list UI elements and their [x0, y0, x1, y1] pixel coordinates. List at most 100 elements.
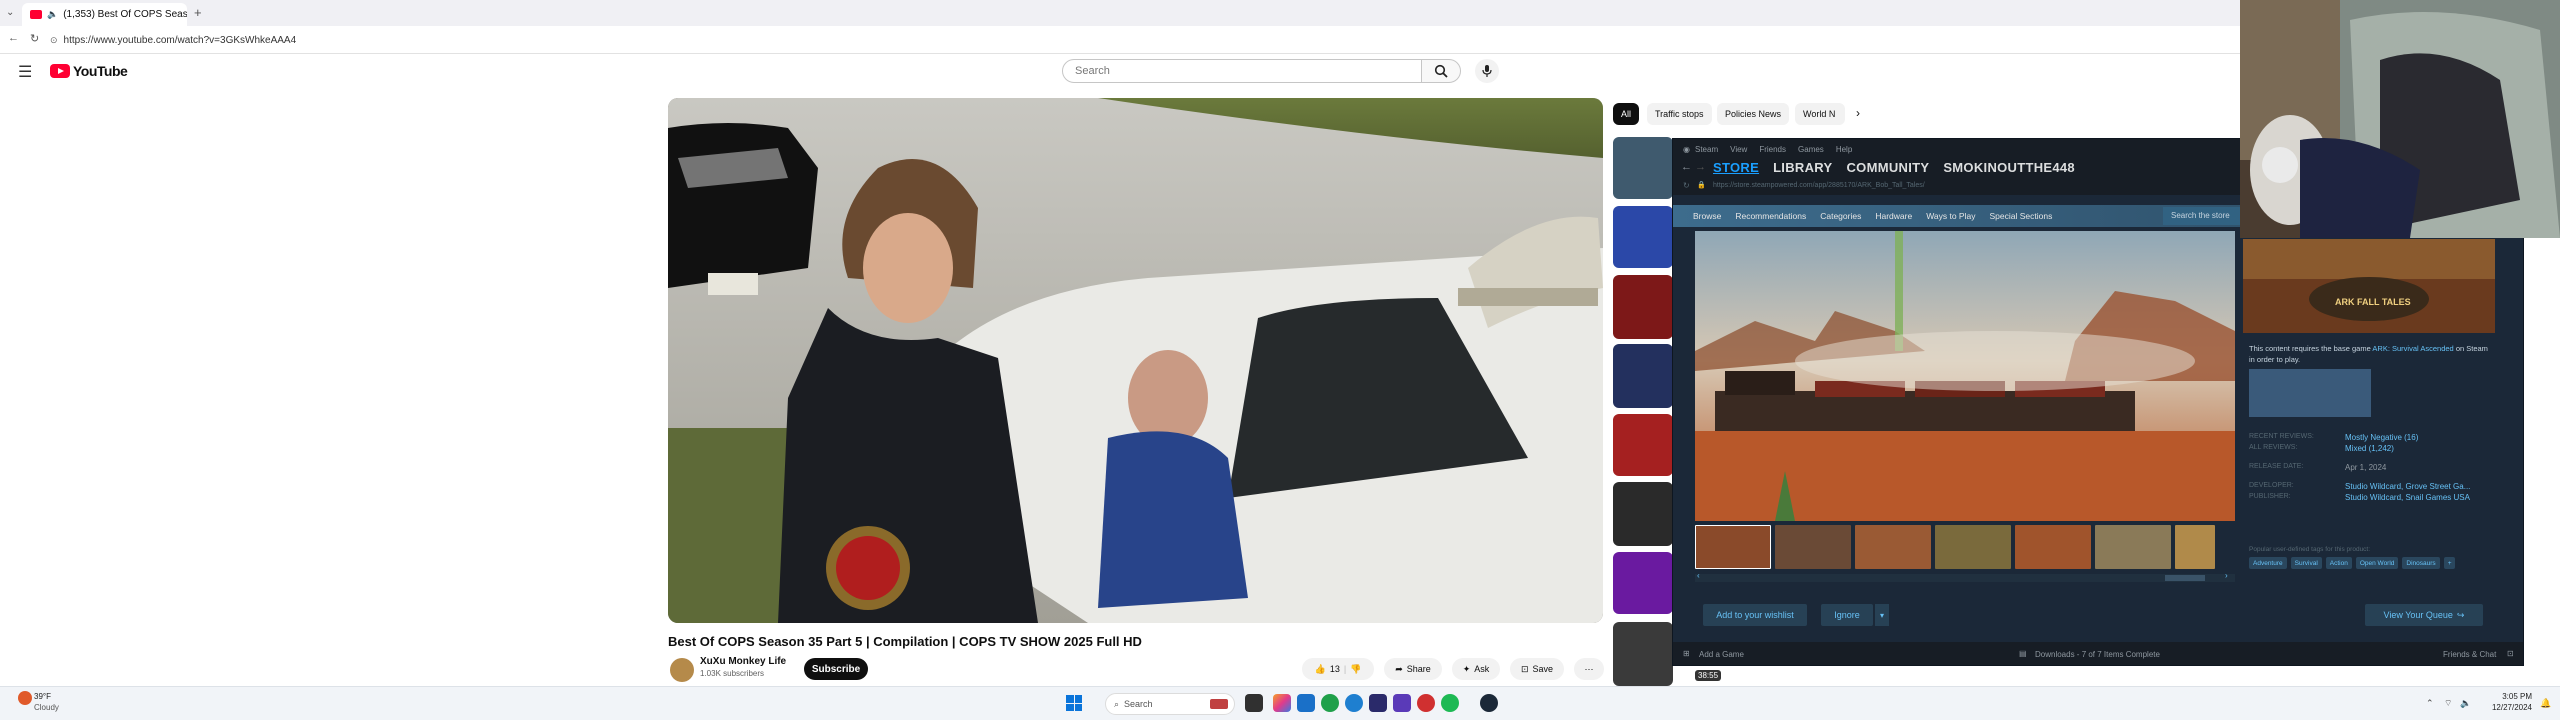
scroll-right-icon[interactable]: ›	[2225, 571, 2228, 580]
friends-chat-icon[interactable]: ⊡	[2507, 649, 2514, 658]
thumbs-down-icon[interactable]: 👎	[1350, 664, 1361, 675]
related-video-thumbnail[interactable]	[1613, 482, 1673, 546]
screenshot-thumbnail[interactable]	[2095, 525, 2171, 569]
spotify-icon[interactable]	[1441, 694, 1459, 712]
tag-more-button[interactable]: +	[2443, 557, 2456, 569]
steam-nav-community[interactable]: COMMUNITY	[1846, 160, 1929, 175]
tag[interactable]: Dinosaurs	[2402, 557, 2440, 569]
downloads-status[interactable]: Downloads - 7 of 7 Items Complete	[2035, 650, 2160, 659]
steam-menu-games[interactable]: Games	[1798, 145, 1824, 154]
tag[interactable]: Open World	[2355, 557, 2399, 569]
search-button[interactable]	[1421, 59, 1461, 83]
task-view-icon[interactable]	[1245, 694, 1263, 712]
info-value[interactable]: Mostly Negative (16)	[2345, 433, 2418, 444]
reload-icon[interactable]: ↻	[30, 32, 39, 45]
steam-nav-store[interactable]: STORE	[1713, 160, 1759, 175]
weather-icon[interactable]	[18, 691, 32, 705]
browser-tab-youtube[interactable]: 🔈 (1,353) Best Of COPS Season 3... ✕	[22, 3, 187, 26]
tag[interactable]: Adventure	[2249, 557, 2287, 569]
copilot-icon[interactable]	[1273, 694, 1291, 712]
steam-menu-view[interactable]: View	[1730, 145, 1747, 154]
base-game-link[interactable]: ARK: Survival Ascended	[2372, 344, 2453, 353]
game-screenshot-main[interactable]	[1695, 231, 2235, 521]
speaker-icon[interactable]: 🔈	[47, 9, 58, 20]
subnav-hardware[interactable]: Hardware	[1875, 211, 1912, 221]
ask-button[interactable]: ✦ Ask	[1452, 658, 1500, 680]
info-value[interactable]: Mixed (1,242)	[2345, 444, 2394, 463]
steam-menu-steam[interactable]: Steam	[1695, 145, 1718, 154]
screenshot-thumbnail[interactable]	[1855, 525, 1931, 569]
video-player[interactable]	[668, 98, 1603, 623]
notifications-bell-icon[interactable]: 🔔	[2540, 698, 2551, 709]
related-video-thumbnail[interactable]	[1613, 414, 1673, 476]
new-tab-plus-icon[interactable]: +	[194, 5, 202, 20]
related-video-thumbnail[interactable]	[1613, 622, 1673, 686]
steam-nav-profile[interactable]: SMOKINOUTTHE448	[1943, 160, 2075, 175]
view-queue-button[interactable]: View Your Queue ↪	[2365, 604, 2483, 626]
subnav-recommendations[interactable]: Recommendations	[1735, 211, 1806, 221]
screenshot-strip-scrollbar[interactable]: ‹ ›	[1695, 571, 2235, 582]
file-explorer-icon[interactable]	[1321, 694, 1339, 712]
back-arrow-icon[interactable]: ←	[8, 32, 19, 44]
subnav-ways-to-play[interactable]: Ways to Play	[1926, 211, 1975, 221]
url-field[interactable]: ⊙ https://www.youtube.com/watch?v=3GKsWh…	[50, 32, 2230, 48]
steam-forward-arrow-icon[interactable]: →	[1695, 161, 1706, 173]
info-value[interactable]: Studio Wildcard, Snail Games USA	[2345, 493, 2470, 504]
save-button[interactable]: ⊡ Save	[1510, 658, 1564, 680]
taskbar-date[interactable]: 12/27/2024	[2480, 703, 2532, 712]
more-actions-button[interactable]: ⋯	[1574, 658, 1604, 680]
show-hidden-icons-chevron-icon[interactable]: ⌃	[2426, 698, 2434, 709]
base-game-capsule[interactable]	[2249, 369, 2371, 417]
related-video-thumbnail[interactable]	[1613, 137, 1673, 199]
teams-icon[interactable]	[1369, 694, 1387, 712]
tag[interactable]: Action	[2325, 557, 2352, 569]
steam-menu-help[interactable]: Help	[1836, 145, 1852, 154]
ignore-dropdown-chevron-icon[interactable]: ▾	[1875, 604, 1889, 626]
tab-list-chevron-icon[interactable]: ⌄	[6, 7, 14, 18]
chip-policies-news[interactable]: Policies News	[1717, 103, 1790, 125]
chrome-browser-icon[interactable]	[1417, 694, 1435, 712]
channel-name[interactable]: XuXu Monkey Life	[700, 656, 786, 667]
app-icon[interactable]	[1393, 694, 1411, 712]
info-value[interactable]: Studio Wildcard, Grove Street Ga...	[2345, 482, 2470, 493]
volume-icon[interactable]: 🔈	[2460, 698, 2471, 709]
chip-all[interactable]: All	[1613, 103, 1640, 125]
related-video-thumbnail[interactable]	[1613, 206, 1673, 268]
like-button[interactable]: 👍 13 | 👎	[1302, 658, 1374, 680]
screenshot-thumbnail[interactable]	[1695, 525, 1771, 569]
voice-search-button[interactable]	[1475, 59, 1499, 83]
chip-world-news[interactable]: World N	[1795, 103, 1845, 125]
hamburger-menu-icon[interactable]: ☰	[18, 62, 32, 82]
related-video-thumbnail[interactable]	[1613, 275, 1673, 339]
subnav-browse[interactable]: Browse	[1693, 211, 1721, 221]
add-to-wishlist-button[interactable]: Add to your wishlist	[1703, 604, 1807, 626]
youtube-search-input[interactable]: Search	[1062, 59, 1422, 83]
add-game-plus-icon[interactable]: ⊞	[1683, 649, 1690, 658]
screenshot-thumbnail[interactable]	[1775, 525, 1851, 569]
steam-refresh-icon[interactable]: ↻	[1683, 181, 1690, 190]
steam-back-arrow-icon[interactable]: ←	[1681, 161, 1692, 173]
screenshot-thumbnail[interactable]	[2015, 525, 2091, 569]
screenshot-thumbnail[interactable]	[2175, 525, 2215, 569]
microsoft-store-icon[interactable]	[1297, 694, 1315, 712]
chip-traffic-stops[interactable]: Traffic stops	[1647, 103, 1712, 125]
chips-next-chevron-icon[interactable]: ›	[1856, 106, 1860, 120]
related-video-thumbnail[interactable]	[1613, 344, 1673, 408]
subnav-categories[interactable]: Categories	[1820, 211, 1861, 221]
subscribe-button[interactable]: Subscribe	[804, 658, 868, 680]
site-info-icon[interactable]: ⊙	[50, 35, 58, 46]
channel-avatar[interactable]	[670, 658, 694, 682]
weather-temperature[interactable]: 39°F	[34, 692, 51, 701]
edge-browser-icon[interactable]	[1345, 694, 1363, 712]
add-game-button[interactable]: Add a Game	[1699, 650, 1744, 659]
subnav-special-sections[interactable]: Special Sections	[1989, 211, 2052, 221]
steam-nav-library[interactable]: LIBRARY	[1773, 160, 1832, 175]
youtube-logo[interactable]: YouTube	[50, 63, 128, 79]
taskbar-time[interactable]: 3:05 PM	[2480, 692, 2532, 701]
tag[interactable]: Survival	[2290, 557, 2322, 569]
network-icon[interactable]: ⌔	[2444, 698, 2452, 709]
scrollbar-thumb[interactable]	[2165, 575, 2205, 581]
screenshot-thumbnail[interactable]	[1935, 525, 2011, 569]
windows-start-button[interactable]	[1066, 695, 1082, 711]
share-button[interactable]: ➦ Share	[1384, 658, 1442, 680]
